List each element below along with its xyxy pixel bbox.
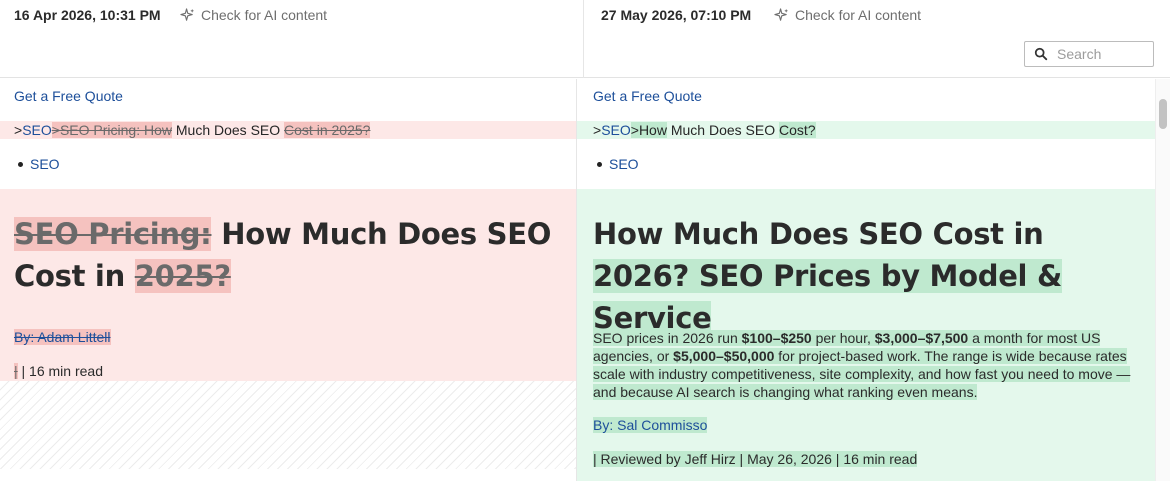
right-ai-check-label: Check for AI content (795, 7, 922, 23)
left-pane-old-version: Get a Free Quote >SEO>SEO Pricing: How M… (0, 79, 576, 481)
monthly-rate: $3,000–$7,500 (874, 330, 969, 346)
breadcrumb-separator: > (593, 122, 602, 138)
left-timestamp: 16 Apr 2026, 10:31 PM (14, 7, 161, 23)
bullet-dot (597, 161, 602, 167)
bullet-dot (18, 161, 23, 167)
seo-category-link[interactable]: SEO (609, 156, 639, 172)
added-text: Cost? (779, 122, 816, 138)
added-text: 2026? SEO Prices by Model & Service (593, 259, 1062, 335)
author-link[interactable]: By: Adam Littell (14, 329, 111, 345)
right-pane-new-version: Get a Free Quote >SEO>How Much Does SEO … (577, 79, 1155, 481)
breadcrumb-separator: > (14, 122, 23, 138)
compare-header: 16 Apr 2026, 10:31 PM Check for AI conte… (0, 0, 1170, 78)
left-version-header: 16 Apr 2026, 10:31 PM Check for AI conte… (0, 0, 584, 78)
removed-text: SEO Pricing: (14, 217, 212, 251)
search-input[interactable] (1057, 46, 1147, 62)
sparkle-icon (180, 7, 195, 21)
scrollbar[interactable] (1155, 79, 1170, 481)
scrollbar-thumb[interactable] (1159, 99, 1167, 129)
right-version-header: 27 May 2026, 07:10 PM Check for AI conte… (585, 0, 1170, 78)
article-hero-added: How Much Does SEO Cost in 2026? SEO Pric… (577, 189, 1155, 481)
page-title: How Much Does SEO Cost in 2026? SEO Pric… (593, 213, 1138, 339)
author-link[interactable]: By: Sal Commisso (593, 417, 708, 433)
empty-diff-region (0, 381, 576, 469)
breadcrumb-text: Much Does SEO (666, 122, 779, 138)
read-time: | 16 min read (17, 363, 103, 379)
intro-paragraph: SEO prices in 2026 run $100–$250 per hou… (593, 329, 1143, 401)
article-meta: | | 16 min read (14, 363, 103, 379)
removed-text: >SEO Pricing: How (51, 122, 172, 138)
removed-text: Cost in 2025? (284, 122, 371, 138)
left-ai-check-label: Check for AI content (201, 7, 328, 23)
added-text: >How (630, 122, 667, 138)
author-byline[interactable]: By: Adam Littell (14, 329, 111, 345)
left-ai-check-button[interactable]: Check for AI content (180, 7, 327, 23)
author-byline[interactable]: By: Sal Commisso (593, 417, 708, 433)
page-title: SEO Pricing: How Much Does SEO Cost in 2… (14, 213, 559, 297)
added-text: | Reviewed by Jeff Hirz | May 26, 2026 |… (593, 451, 918, 467)
title-text: How Much Does SEO Cost in (593, 217, 1044, 251)
breadcrumb-seo-link[interactable]: SEO (22, 122, 52, 138)
breadcrumb: >SEO>SEO Pricing: How Much Does SEO Cost… (0, 121, 576, 139)
hourly-rate: $100–$250 (741, 330, 812, 346)
breadcrumb-text: Much Does SEO (171, 122, 285, 138)
get-free-quote-link[interactable]: Get a Free Quote (593, 88, 702, 104)
breadcrumb: >SEO>How Much Does SEO Cost? (577, 121, 1155, 139)
list-item: SEO (597, 156, 639, 172)
intro-text: per hour, (811, 330, 875, 346)
breadcrumb-seo-link[interactable]: SEO (601, 122, 631, 138)
project-rate: $5,000–$50,000 (673, 348, 775, 364)
right-timestamp: 27 May 2026, 07:10 PM (601, 7, 752, 23)
sparkle-icon (774, 7, 789, 21)
article-hero-removed: SEO Pricing: How Much Does SEO Cost in 2… (0, 189, 576, 381)
article-meta: | Reviewed by Jeff Hirz | May 26, 2026 |… (593, 451, 918, 467)
right-ai-check-button[interactable]: Check for AI content (774, 7, 921, 23)
added-text: SEO prices in 2026 run $100–$250 per hou… (593, 330, 1131, 400)
removed-text: 2025? (134, 259, 231, 293)
get-free-quote-link[interactable]: Get a Free Quote (14, 88, 123, 104)
search-box[interactable] (1024, 41, 1154, 67)
search-icon (1034, 47, 1048, 61)
intro-text: SEO prices in 2026 run (593, 330, 742, 346)
seo-category-link[interactable]: SEO (30, 156, 60, 172)
list-item: SEO (18, 156, 60, 172)
